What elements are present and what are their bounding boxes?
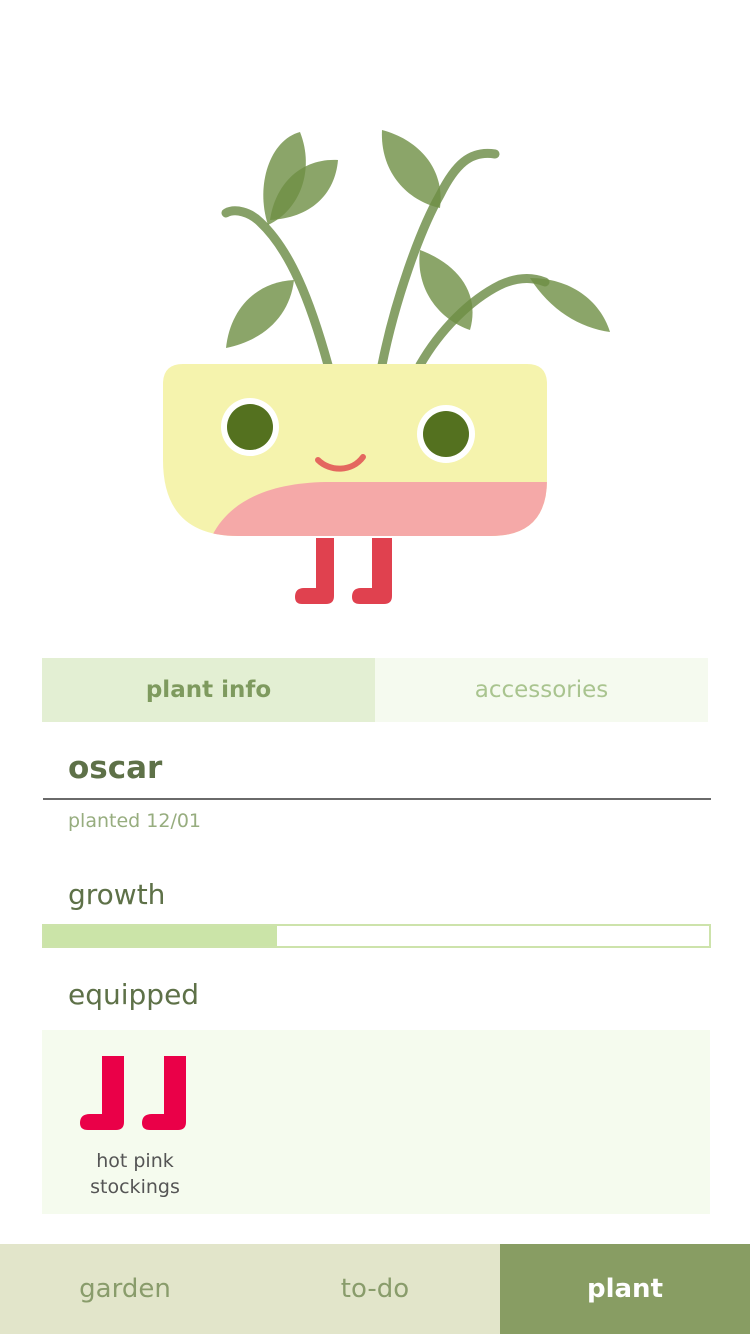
- growth-label: growth: [68, 878, 166, 911]
- bottom-nav: garden to-do plant: [0, 1244, 750, 1334]
- nav-todo[interactable]: to-do: [250, 1244, 500, 1334]
- plant-name[interactable]: oscar: [68, 750, 162, 786]
- equipped-label: equipped: [68, 978, 200, 1011]
- growth-progress-fill: [44, 926, 277, 946]
- equipped-item-label: hot pink stockings: [90, 1150, 180, 1198]
- nav-garden[interactable]: garden: [0, 1244, 250, 1334]
- name-underline: [43, 798, 711, 800]
- info-tabs: plant info accessories: [42, 658, 708, 722]
- tab-plant-info[interactable]: plant info: [42, 658, 375, 722]
- potted-plant-icon: [163, 130, 610, 604]
- nav-plant[interactable]: plant: [500, 1244, 750, 1334]
- equipped-item-stockings[interactable]: hot pink stockings: [78, 1054, 192, 1200]
- equipped-panel: hot pink stockings: [42, 1030, 710, 1214]
- plant-character: [0, 0, 750, 640]
- boots-icon: [80, 1056, 186, 1130]
- growth-progress-bar: [42, 924, 711, 948]
- planted-date: planted 12/01: [68, 810, 202, 832]
- tab-accessories[interactable]: accessories: [375, 658, 708, 722]
